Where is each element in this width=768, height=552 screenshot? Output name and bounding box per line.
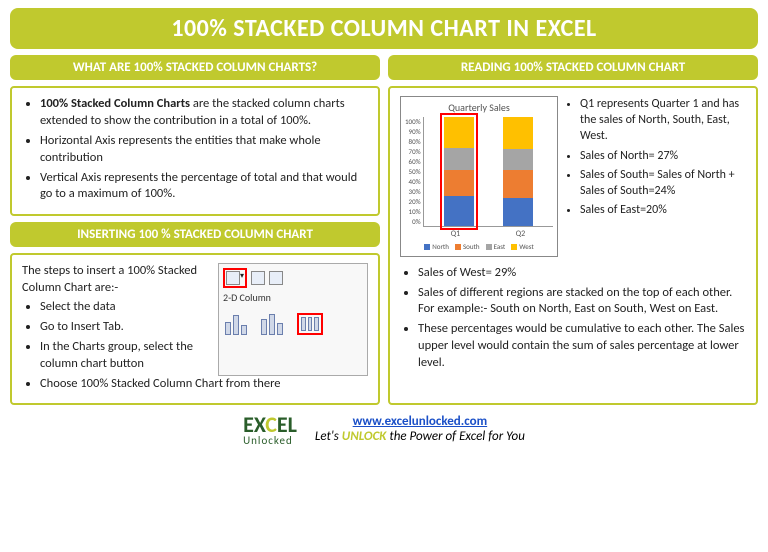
def-bullet-1: 100% Stacked Column Charts are the stack… bbox=[40, 96, 368, 130]
tagline: Let's UNLOCK the Power of Excel for You bbox=[315, 429, 525, 444]
logo-subtext: Unlocked bbox=[243, 434, 297, 447]
excel-ribbon-screenshot: ▾ 2-D Column bbox=[218, 263, 368, 375]
chart-icon bbox=[251, 271, 265, 285]
website-link[interactable]: www.excelunlocked.com bbox=[353, 414, 488, 429]
def-bullet-3: Vertical Axis represents the percentage … bbox=[40, 170, 368, 204]
chart-title: Quarterly Sales bbox=[405, 101, 553, 115]
def-bold: 100% Stacked Column Charts bbox=[40, 96, 190, 111]
reading-6: Sales of different regions are stacked o… bbox=[418, 285, 746, 319]
insert-box: The steps to insert a 100% Stacked Colum… bbox=[10, 253, 380, 405]
logo: EXCEL Unlocked bbox=[243, 411, 297, 447]
section-header-reading: READING 100% STACKED COLUMN CHART bbox=[388, 55, 758, 80]
clustered-column-icon bbox=[225, 313, 251, 335]
chart-yaxis: 100%90%80%70%60%50%40%30%20%10%0% bbox=[405, 117, 423, 227]
footer: EXCEL Unlocked www.excelunlocked.com Let… bbox=[10, 411, 758, 447]
chart-xlabels: Q1Q2 bbox=[405, 229, 553, 240]
insert-intro: The steps to insert a 100% Stacked Colum… bbox=[22, 263, 210, 297]
step-4: Choose 100% Stacked Column Chart from th… bbox=[40, 376, 368, 393]
reading-2: Sales of North= 27% bbox=[580, 148, 746, 164]
reading-7: These percentages would be cumulative to… bbox=[418, 321, 746, 372]
step-2: Go to Insert Tab. bbox=[40, 319, 210, 336]
step-1: Select the data bbox=[40, 299, 210, 316]
reading-4: Sales of East=20% bbox=[580, 202, 746, 218]
reading-3: Sales of South= Sales of North + Sales o… bbox=[580, 167, 746, 199]
chart-legend: North South East West bbox=[405, 242, 553, 251]
chart-icon bbox=[269, 271, 283, 285]
reading-list-top: Q1 represents Quarter 1 and has the sale… bbox=[566, 96, 746, 257]
bar-q2 bbox=[503, 117, 533, 226]
page-title: 100% STACKED COLUMN CHART IN EXCEL bbox=[10, 8, 758, 49]
section-header-insert: INSERTING 100 % STACKED COLUMN CHART bbox=[10, 222, 380, 247]
reading-box: Quarterly Sales 100%90%80%70%60%50%40%30… bbox=[388, 86, 758, 405]
bar-q1 bbox=[444, 117, 474, 226]
def-bullet-2: Horizontal Axis represents the entities … bbox=[40, 133, 368, 167]
column-chart-button-icon bbox=[226, 271, 240, 285]
reading-1: Q1 represents Quarter 1 and has the sale… bbox=[580, 96, 746, 145]
section-header-what: WHAT ARE 100% STACKED COLUMN CHARTS? bbox=[10, 55, 380, 80]
stacked-column-icon bbox=[261, 313, 287, 335]
quarterly-sales-chart: Quarterly Sales 100%90%80%70%60%50%40%30… bbox=[400, 96, 558, 257]
chart-plot bbox=[423, 117, 553, 227]
left-column: WHAT ARE 100% STACKED COLUMN CHARTS? 100… bbox=[10, 55, 380, 405]
definition-box: 100% Stacked Column Charts are the stack… bbox=[10, 86, 380, 216]
ribbon-group-label: 2-D Column bbox=[223, 291, 363, 305]
stacked-100-column-icon bbox=[297, 313, 323, 335]
right-column: READING 100% STACKED COLUMN CHART Quarte… bbox=[388, 55, 758, 405]
step-3: In the Charts group, select the column c… bbox=[40, 339, 210, 373]
reading-5: Sales of West= 29% bbox=[418, 265, 746, 282]
